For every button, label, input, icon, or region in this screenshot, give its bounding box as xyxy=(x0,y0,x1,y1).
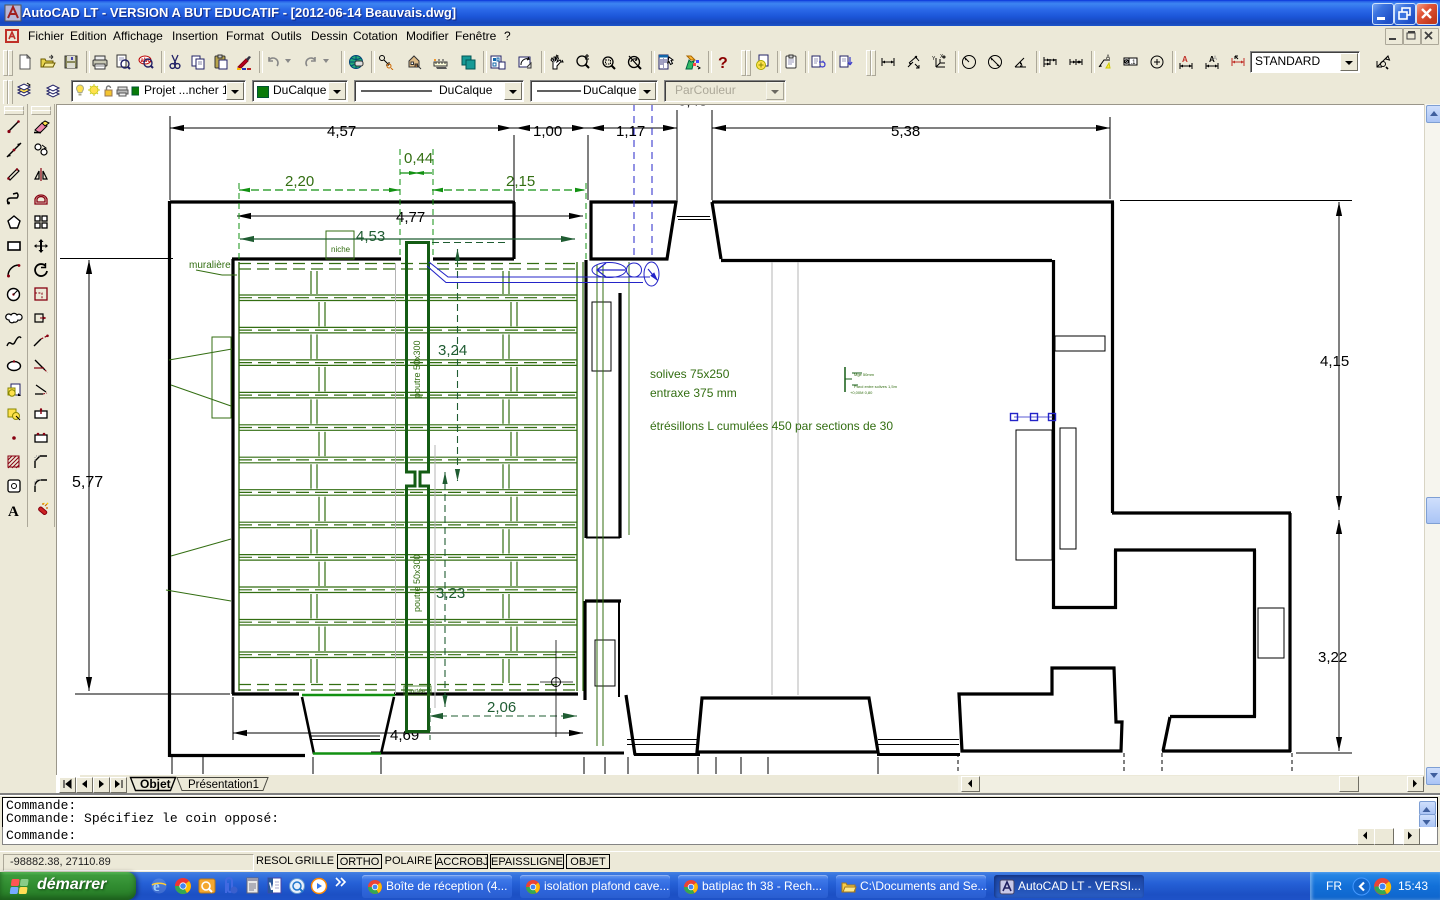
svg-text:5,77: 5,77 xyxy=(72,474,103,491)
svg-text:poutre 50x300: poutre 50x300 xyxy=(412,554,422,612)
svg-text:2,06: 2,06 xyxy=(487,699,516,716)
svg-text:4,15: 4,15 xyxy=(1320,353,1349,370)
svg-text:e: e xyxy=(153,879,160,895)
svg-text:2,20: 2,20 xyxy=(285,173,314,190)
svg-text:1,17: 1,17 xyxy=(616,123,645,140)
svg-text:Présentation1: Présentation1 xyxy=(188,779,259,791)
svg-text:solives 75x250: solives 75x250 xyxy=(650,367,730,381)
svg-text:4,57: 4,57 xyxy=(327,123,356,140)
svg-text:A: A xyxy=(8,504,19,520)
svg-text:.1: .1 xyxy=(1131,60,1137,66)
svg-text:4,69: 4,69 xyxy=(390,727,419,744)
svg-text:3,24: 3,24 xyxy=(438,342,467,359)
svg-text:2,15: 2,15 xyxy=(506,173,535,190)
svg-text:3,22: 3,22 xyxy=(1318,649,1347,666)
svg-text:entraxe 375 mm: entraxe 375 mm xyxy=(650,386,737,400)
svg-text:+0,00M 0,80: +0,00M 0,80 xyxy=(850,390,873,395)
svg-text:A: A xyxy=(1106,55,1110,61)
svg-text:Y: Y xyxy=(932,56,936,62)
svg-text:portée: portée xyxy=(407,688,426,695)
svg-text:4,53: 4,53 xyxy=(356,228,385,245)
svg-text:étrésillons L cumulées 450 par: étrésillons L cumulées 450 par sections … xyxy=(650,419,893,433)
svg-text:muralière: muralière xyxy=(189,260,231,271)
svg-text:?: ? xyxy=(718,55,728,70)
svg-text:W: W xyxy=(269,881,280,893)
svg-text:5,38: 5,38 xyxy=(891,123,920,140)
svg-text:A: A xyxy=(1182,55,1188,64)
svg-text:Parol entre solives 1,5m: Parol entre solives 1,5m xyxy=(854,384,898,389)
svg-text:Objet: Objet xyxy=(140,777,171,791)
svg-text:Mge 50mm: Mge 50mm xyxy=(854,372,875,377)
svg-text:0,44: 0,44 xyxy=(404,150,433,167)
svg-text:1,00: 1,00 xyxy=(533,123,562,140)
svg-text:3,23: 3,23 xyxy=(436,585,465,602)
svg-text:niche: niche xyxy=(331,245,351,254)
svg-text:A: A xyxy=(1213,56,1217,62)
svg-text:poutre 50x300: poutre 50x300 xyxy=(412,340,422,398)
